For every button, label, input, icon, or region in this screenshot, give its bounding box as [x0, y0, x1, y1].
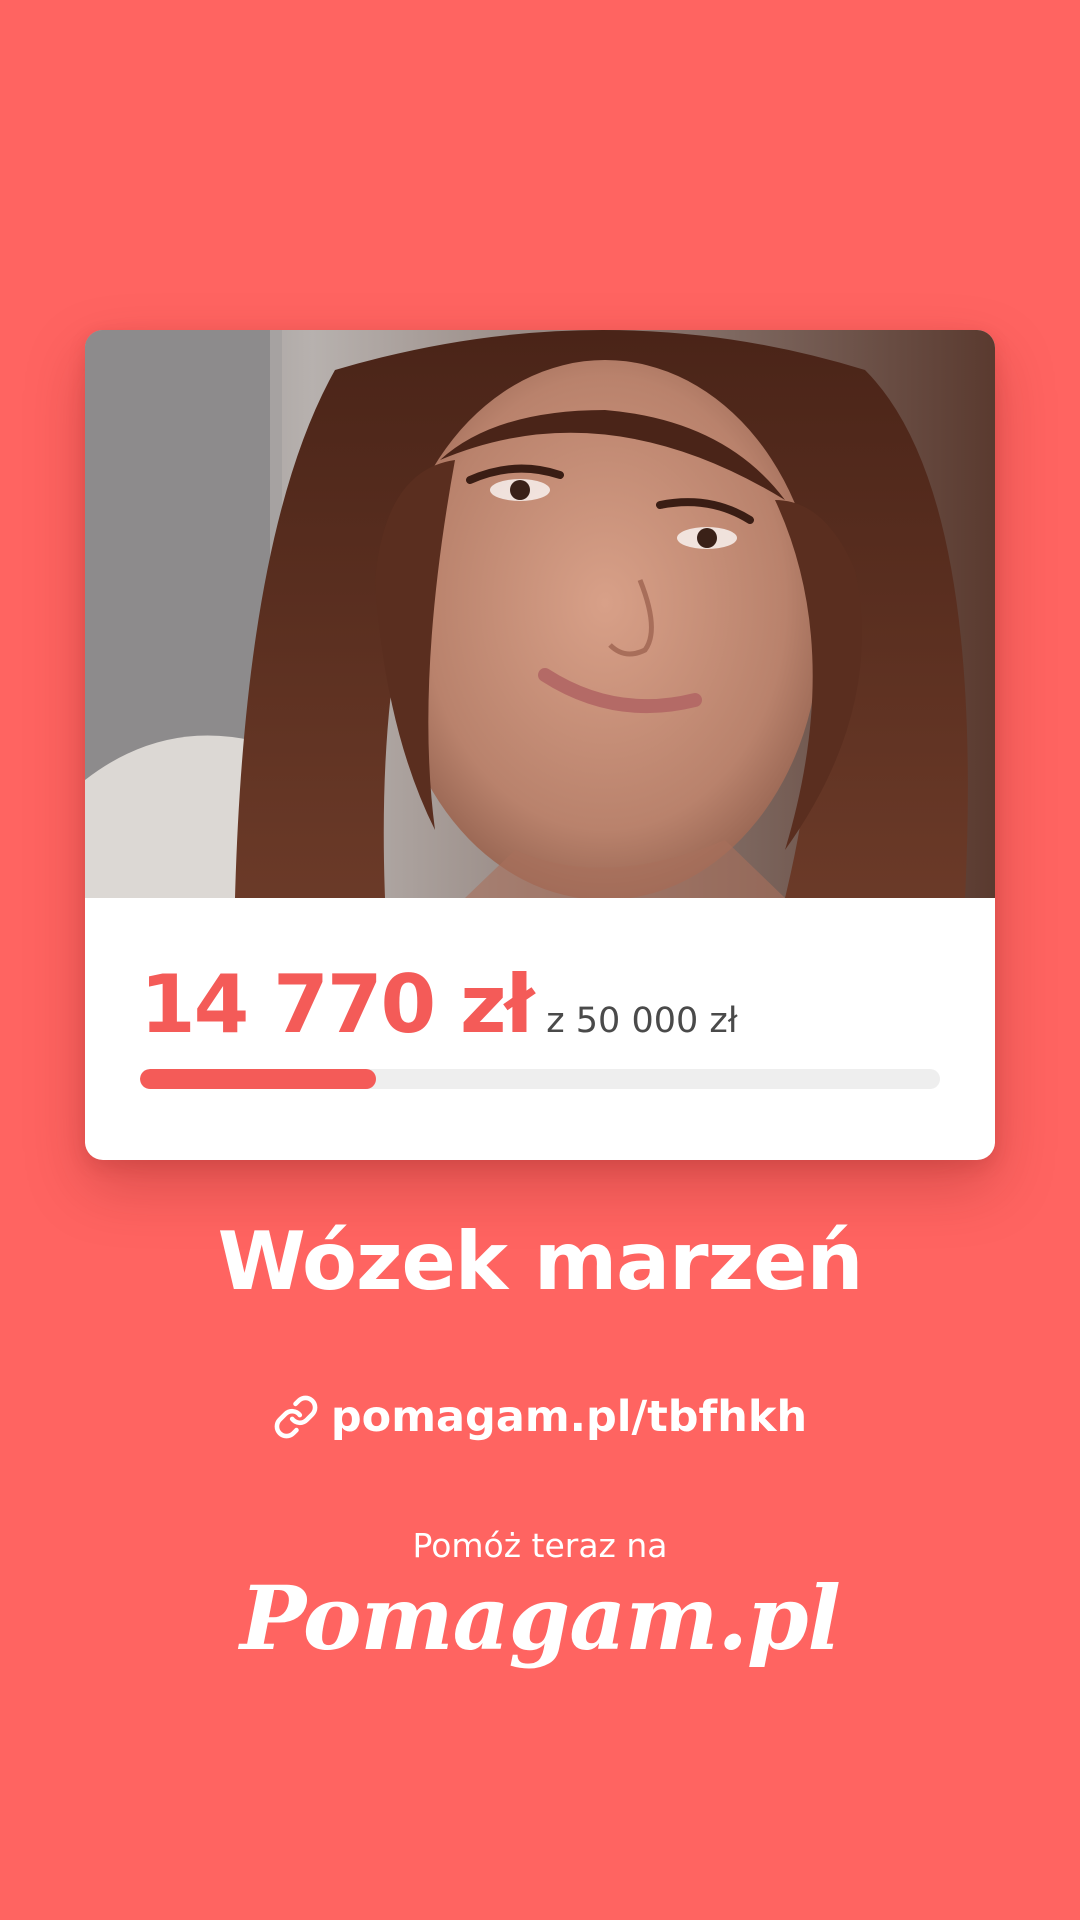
- goal-amount: z 50 000 zł: [546, 1001, 738, 1041]
- campaign-url[interactable]: pomagam.pl/tbfhkh: [331, 1392, 807, 1442]
- campaign-card[interactable]: 14 770 zł z 50 000 zł: [85, 330, 995, 1160]
- campaign-link[interactable]: pomagam.pl/tbfhkh: [0, 1392, 1080, 1442]
- campaign-title: Wózek marzeń: [217, 1215, 864, 1308]
- progress-fill: [140, 1069, 377, 1089]
- raised-amount: 14 770 zł: [140, 958, 534, 1051]
- campaign-photo: [85, 330, 995, 898]
- pomagam-logo[interactable]: Pomagam.pl: [0, 1566, 1080, 1670]
- cta-text: Pomóż teraz na: [412, 1526, 668, 1565]
- amount-row: 14 770 zł z 50 000 zł: [140, 958, 738, 1051]
- progress-bar: [140, 1069, 940, 1089]
- link-icon: [273, 1394, 319, 1440]
- campaign-stats: 14 770 zł z 50 000 zł: [85, 898, 995, 1160]
